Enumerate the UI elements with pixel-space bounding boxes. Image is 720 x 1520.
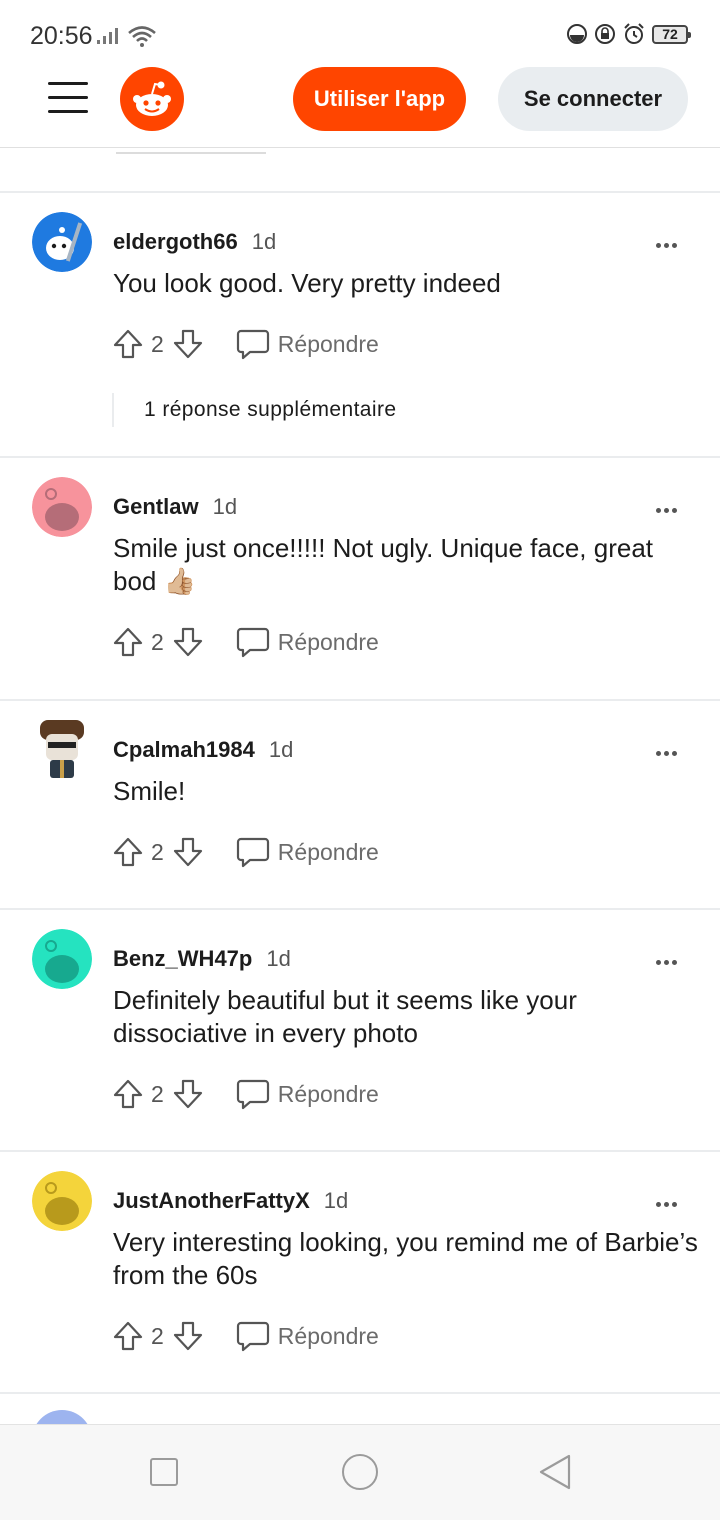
upvote-icon[interactable] bbox=[112, 1078, 144, 1110]
reply-button[interactable]: Répondre bbox=[236, 836, 379, 868]
more-options-icon[interactable] bbox=[656, 235, 686, 255]
reply-button[interactable]: Répondre bbox=[236, 1320, 379, 1352]
comment-body: Definitely beautiful but it seems like y… bbox=[113, 985, 577, 1048]
upvote-icon[interactable] bbox=[112, 836, 144, 868]
snoo-icon bbox=[133, 81, 171, 116]
data-saver-icon bbox=[567, 24, 587, 44]
downvote-icon[interactable] bbox=[172, 1078, 204, 1110]
more-replies-link[interactable]: 1 réponse supplémentaire bbox=[112, 393, 396, 427]
more-options-icon[interactable] bbox=[656, 743, 686, 763]
more-options-icon[interactable] bbox=[656, 500, 686, 520]
reply-label: Répondre bbox=[277, 838, 379, 865]
vote-score: 2 bbox=[151, 628, 164, 655]
recent-apps-icon[interactable] bbox=[150, 1458, 178, 1486]
reply-button[interactable]: Répondre bbox=[236, 626, 379, 658]
vote-score: 2 bbox=[151, 838, 164, 865]
rotation-lock-icon bbox=[595, 24, 615, 44]
reply-button[interactable]: Répondre bbox=[236, 328, 379, 360]
reply-bubble-icon bbox=[236, 329, 269, 360]
reply-label: Répondre bbox=[277, 330, 379, 357]
upvote-icon[interactable] bbox=[112, 1320, 144, 1352]
comment-actions: 2 Répondre bbox=[112, 1077, 379, 1111]
comment: Gentlaw 1d Smile just once!!!!! Not ugly.… bbox=[0, 460, 720, 701]
comment: Benz_WH47p 1d Definitely beautiful but it… bbox=[0, 912, 720, 1152]
downvote-icon[interactable] bbox=[172, 328, 204, 360]
user-avatar[interactable] bbox=[32, 1171, 92, 1231]
comment: JustAnotherFattyX 1d Very interesting loo… bbox=[0, 1154, 720, 1394]
alarm-icon bbox=[624, 23, 644, 44]
user-avatar[interactable] bbox=[32, 720, 92, 780]
vote-score: 2 bbox=[151, 1322, 164, 1349]
system-nav-bar bbox=[0, 1424, 720, 1520]
reply-button[interactable]: Répondre bbox=[236, 1078, 379, 1110]
comment-age: 1d bbox=[268, 737, 294, 762]
upvote-icon[interactable] bbox=[112, 328, 144, 360]
comment-author[interactable]: eldergoth66 1d bbox=[113, 229, 276, 255]
home-icon[interactable] bbox=[342, 1454, 378, 1490]
reply-bubble-icon bbox=[236, 1079, 269, 1110]
more-options-icon[interactable] bbox=[656, 1194, 686, 1214]
downvote-icon[interactable] bbox=[172, 1320, 204, 1352]
reply-label: Répondre bbox=[277, 628, 379, 655]
previous-comment-partial bbox=[0, 148, 720, 193]
comment: eldergoth66 1d You look good. Very pretty… bbox=[0, 195, 720, 458]
comment-body: Smile just once!!!!! Not ugly. Unique fa… bbox=[113, 533, 654, 596]
downvote-icon[interactable] bbox=[172, 626, 204, 658]
reddit-logo[interactable] bbox=[120, 67, 184, 131]
comment-author[interactable]: Gentlaw 1d bbox=[113, 494, 237, 520]
comment-actions: 2 Répondre bbox=[112, 1319, 379, 1353]
user-avatar[interactable] bbox=[32, 212, 92, 272]
comment-age: 1d bbox=[323, 1188, 349, 1213]
header: Utiliser l'app Se connecter bbox=[0, 62, 720, 148]
status-time: 20:56 bbox=[30, 22, 93, 50]
hamburger-menu-icon[interactable] bbox=[48, 82, 88, 118]
wifi-icon bbox=[128, 26, 156, 47]
reply-bubble-icon bbox=[236, 627, 269, 658]
comment-age: 1d bbox=[212, 494, 238, 519]
login-button[interactable]: Se connecter bbox=[498, 67, 688, 131]
comment-body: You look good. Very pretty indeed bbox=[113, 268, 501, 298]
comment-author[interactable]: Cpalmah1984 1d bbox=[113, 737, 293, 763]
downvote-icon[interactable] bbox=[172, 836, 204, 868]
comment-body: Very interesting looking, you remind me … bbox=[113, 1227, 698, 1290]
comment-age: 1d bbox=[266, 946, 291, 971]
comment-body: Smile! bbox=[113, 776, 186, 806]
reply-bubble-icon bbox=[236, 1321, 269, 1352]
comment: Cpalmah1984 1d Smile! 2 Répondre bbox=[0, 703, 720, 910]
comment-actions: 2 Répondre bbox=[112, 835, 379, 869]
upvote-icon[interactable] bbox=[112, 626, 144, 658]
user-avatar[interactable] bbox=[32, 929, 92, 989]
comment-author[interactable]: Benz_WH47p 1d bbox=[113, 946, 291, 972]
user-avatar[interactable] bbox=[32, 477, 92, 537]
comment-author[interactable]: JustAnotherFattyX 1d bbox=[113, 1188, 348, 1214]
reply-bubble-icon bbox=[236, 837, 269, 868]
reply-label: Répondre bbox=[277, 1322, 379, 1349]
use-app-button[interactable]: Utiliser l'app bbox=[293, 67, 466, 131]
vote-score: 2 bbox=[151, 330, 164, 357]
battery-indicator: 72 bbox=[652, 24, 691, 44]
more-options-icon[interactable] bbox=[656, 952, 686, 972]
comment-actions: 2 Répondre bbox=[112, 625, 379, 659]
back-icon[interactable] bbox=[538, 1453, 572, 1491]
comment-actions: 2 Répondre bbox=[112, 327, 379, 361]
signal-icon bbox=[97, 28, 118, 44]
reply-label: Répondre bbox=[277, 1080, 379, 1107]
comment-age: 1d bbox=[251, 229, 277, 254]
vote-score: 2 bbox=[151, 1080, 164, 1107]
